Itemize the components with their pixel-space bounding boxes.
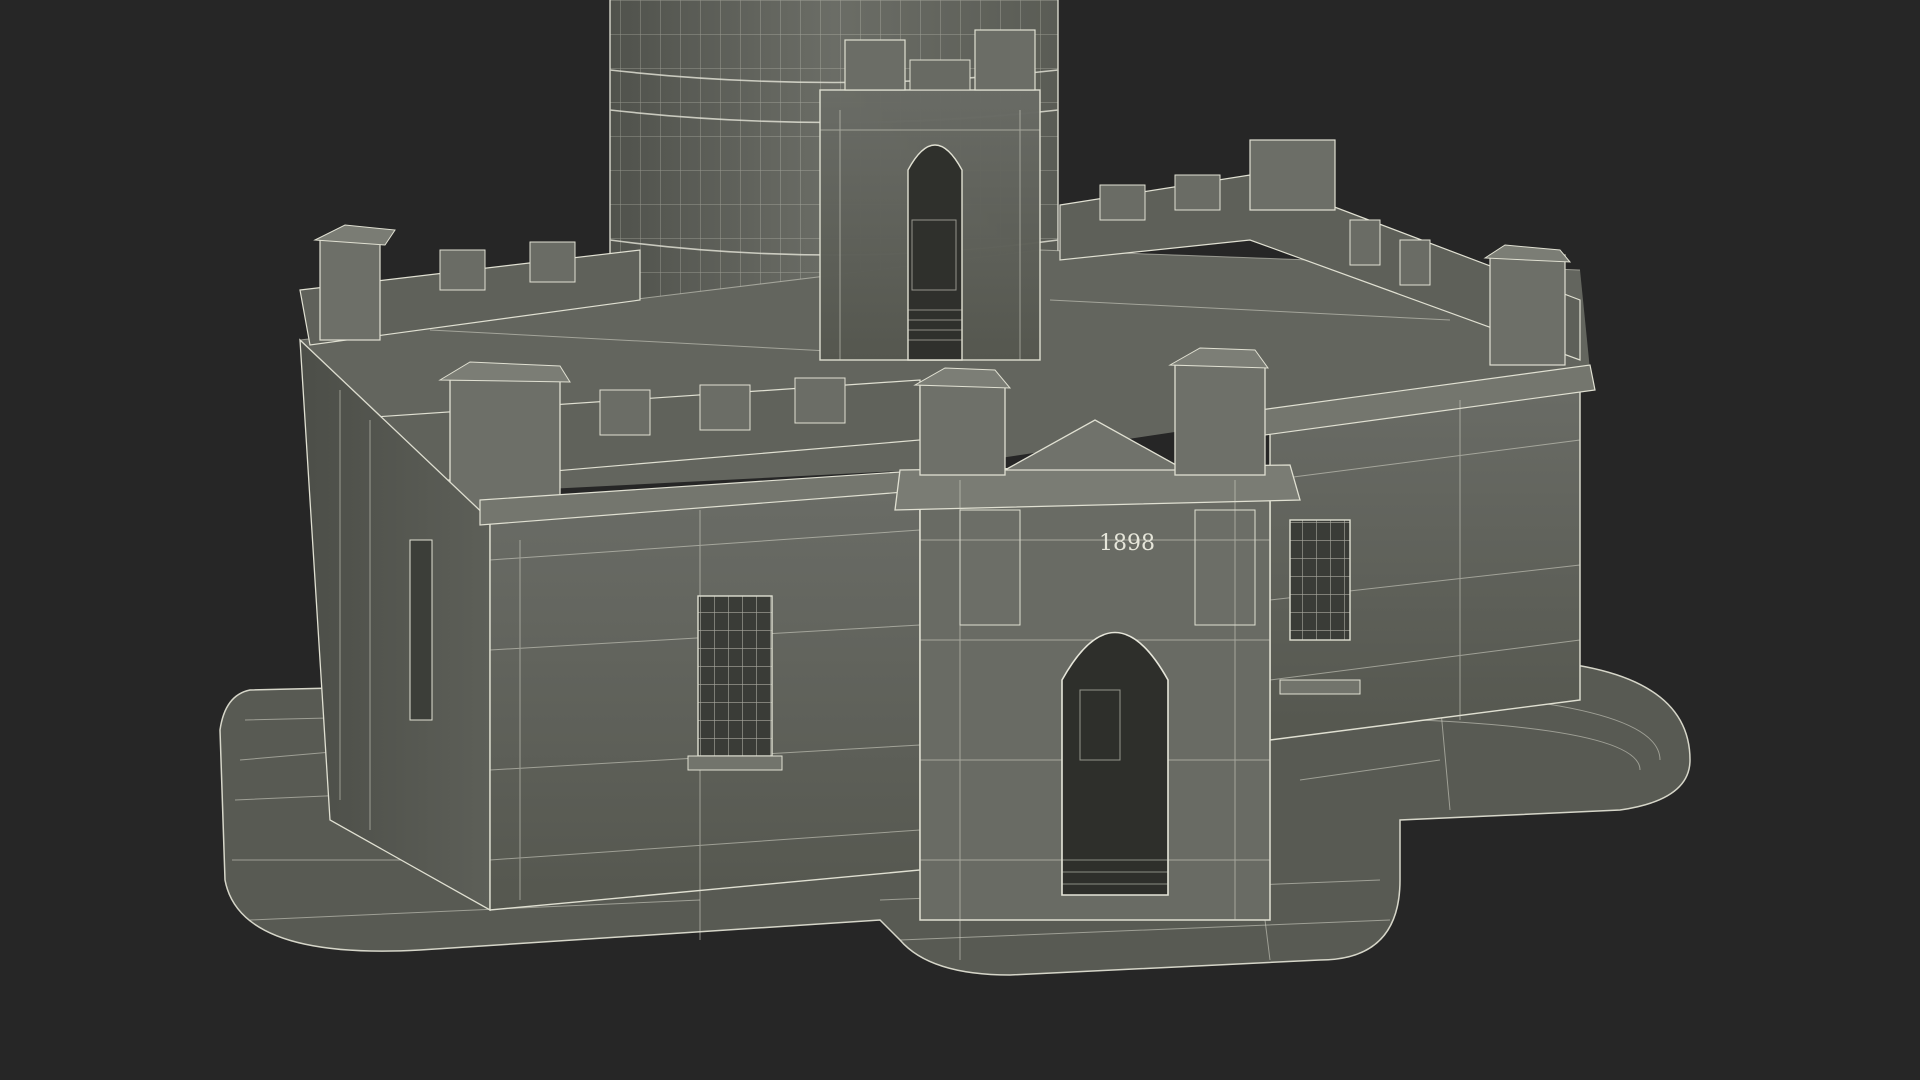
entrance-arch: [1061, 631, 1169, 896]
building-model: 1898: [219, 0, 1691, 976]
right-wing-wall: [1259, 364, 1596, 741]
left-window: [697, 595, 773, 757]
inscription-1898: 1898: [1099, 531, 1155, 556]
main-front-wall: [479, 469, 931, 911]
tower-doorway-block: [819, 29, 1041, 361]
right-window: [1289, 519, 1351, 641]
entrance-porch: 1898: [894, 347, 1301, 921]
render-viewport: 1898: [0, 0, 1920, 1080]
